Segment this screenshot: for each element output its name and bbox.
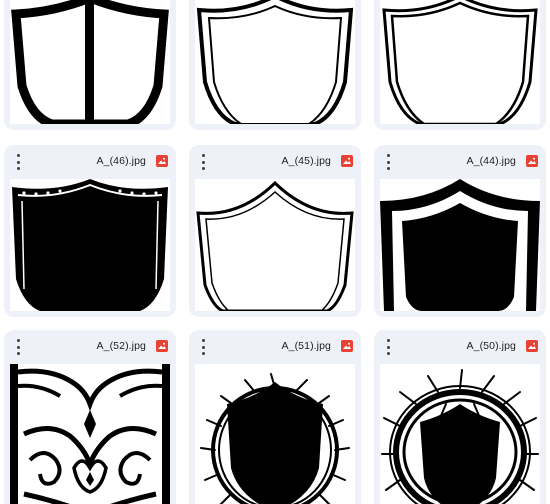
file-thumbnail[interactable]: [380, 0, 540, 124]
file-name: A_(52).jpg: [96, 340, 146, 352]
file-card[interactable]: A_(46).jpg: [4, 145, 176, 317]
image-file-icon: [341, 340, 353, 352]
file-card[interactable]: [4, 0, 176, 130]
more-options-icon[interactable]: [14, 154, 22, 170]
image-file-icon: [341, 155, 353, 167]
shield-center-bar-image: [11, 0, 169, 124]
file-card-header: A_(45).jpg: [189, 145, 361, 179]
file-name: A_(45).jpg: [281, 155, 331, 167]
file-card-header: A_(52).jpg: [4, 330, 176, 364]
more-options-icon[interactable]: [384, 339, 392, 355]
more-options-icon[interactable]: [384, 154, 392, 170]
image-file-icon: [526, 155, 538, 167]
file-card[interactable]: [374, 0, 546, 130]
tribal-pattern-image: [10, 364, 170, 504]
shield-black-ornate-image: [12, 179, 168, 311]
shield-black-bordered-image: [380, 179, 540, 311]
shield-white-outline-image: [196, 180, 354, 311]
file-name: A_(46).jpg: [96, 155, 146, 167]
image-file-icon: [156, 155, 168, 167]
file-card-header: A_(44).jpg: [374, 145, 546, 179]
file-thumbnail[interactable]: [10, 364, 170, 504]
file-thumbnail[interactable]: [380, 179, 540, 311]
more-options-icon[interactable]: [199, 339, 207, 355]
file-card-header: A_(46).jpg: [4, 145, 176, 179]
more-options-icon[interactable]: [199, 154, 207, 170]
file-card[interactable]: A_(45).jpg: [189, 145, 361, 317]
image-file-icon: [156, 340, 168, 352]
shield-thorn-wreath-image: [381, 369, 539, 504]
file-card[interactable]: A_(51).jpg: [189, 330, 361, 504]
file-name: A_(51).jpg: [281, 340, 331, 352]
shield-thorn-crown-image: [200, 373, 350, 504]
file-card[interactable]: A_(50).jpg: [374, 330, 546, 504]
file-name: A_(50).jpg: [466, 340, 516, 352]
file-thumbnail[interactable]: [195, 0, 355, 124]
file-card[interactable]: A_(44).jpg: [374, 145, 546, 317]
file-thumbnail[interactable]: [380, 364, 540, 504]
shield-double-outline-image: [196, 0, 354, 124]
shield-thin-double-image: [382, 0, 538, 124]
file-card[interactable]: [189, 0, 361, 130]
file-thumbnail[interactable]: [195, 179, 355, 311]
more-options-icon[interactable]: [14, 339, 22, 355]
file-thumbnail[interactable]: [195, 364, 355, 504]
image-file-icon: [526, 340, 538, 352]
file-name: A_(44).jpg: [466, 155, 516, 167]
file-thumbnail[interactable]: [10, 0, 170, 124]
file-card-header: A_(50).jpg: [374, 330, 546, 364]
file-card[interactable]: A_(52).jpg: [4, 330, 176, 504]
file-card-header: A_(51).jpg: [189, 330, 361, 364]
file-thumbnail[interactable]: [10, 179, 170, 311]
